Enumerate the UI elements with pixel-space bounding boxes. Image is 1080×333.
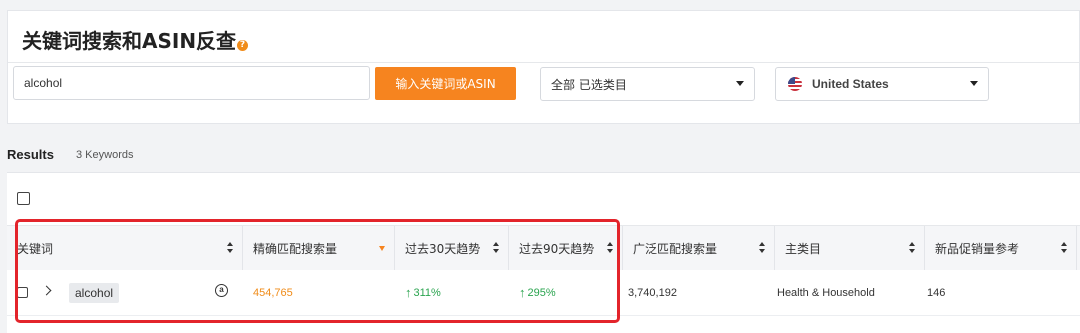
header-trend-90[interactable]: 过去90天趋势 — [509, 226, 623, 271]
header-label: 广泛匹配搜索量 — [633, 241, 718, 256]
dropdown-caret-icon — [970, 81, 978, 86]
header-label: 过去30天趋势 — [405, 241, 481, 256]
sort-icon[interactable] — [493, 242, 499, 254]
category-select[interactable]: 全部 已选类目 — [540, 67, 755, 101]
country-select[interactable]: United States — [775, 67, 989, 101]
sort-icon[interactable] — [1061, 242, 1067, 254]
header-main-category[interactable]: 主类目 — [775, 226, 925, 271]
results-count: 3 Keywords — [76, 149, 134, 161]
main-category-cell: Health & Household — [777, 286, 875, 299]
sort-icon[interactable] — [227, 242, 233, 254]
page-title: 关键词搜索和ASIN反查 ? — [22, 25, 249, 54]
country-select-value: United States — [812, 77, 889, 91]
chevron-right-icon[interactable] — [41, 285, 52, 296]
header-trend-30[interactable]: 过去30天趋势 — [395, 226, 509, 271]
broad-volume-cell: 3,740,192 — [628, 286, 677, 299]
row-checkbox[interactable] — [17, 287, 28, 298]
table-row: alcohol a 454,765 ↑ 311% ↑ 295% 3,740,19… — [7, 270, 1080, 316]
header-label: 主类目 — [785, 241, 822, 256]
results-heading: Results — [7, 147, 54, 162]
arrow-up-icon: ↑ — [519, 285, 526, 300]
sort-icon[interactable] — [909, 242, 915, 254]
keyword-cell: alcohol — [59, 270, 209, 315]
trend-30-value: 311% — [413, 286, 441, 299]
header-keyword[interactable]: 关键词 — [7, 226, 243, 271]
amazon-icon[interactable]: a — [215, 284, 228, 297]
page-title-text: 关键词搜索和ASIN反查 — [22, 29, 237, 53]
table-header: 关键词 精确匹配搜索量 过去30天趋势 过去90天趋势 广泛匹配搜索量 主类目 … — [7, 225, 1080, 272]
dropdown-caret-icon — [736, 81, 744, 86]
us-flag-icon — [788, 77, 802, 91]
header-label: 关键词 — [17, 241, 54, 256]
keyword-chip[interactable]: alcohol — [69, 282, 120, 303]
trend-90-cell: ↑ 295% — [509, 270, 623, 315]
header-exact-volume[interactable]: 精确匹配搜索量 — [243, 226, 395, 271]
sort-icon[interactable] — [607, 242, 613, 254]
results-table: 关键词 精确匹配搜索量 过去30天趋势 过去90天趋势 广泛匹配搜索量 主类目 … — [7, 172, 1080, 333]
header-promo[interactable]: 新品促销量参考 — [925, 226, 1077, 271]
category-select-value: 全部 已选类目 — [551, 77, 627, 92]
search-button[interactable]: 输入关键词或ASIN — [375, 67, 516, 100]
divider — [8, 62, 1079, 63]
header-label: 过去90天趋势 — [519, 241, 595, 256]
header-label: 精确匹配搜索量 — [253, 241, 338, 256]
exact-volume-cell: 454,765 — [253, 286, 293, 299]
promo-cell: 146 — [927, 286, 946, 299]
header-label: 新品促销量参考 — [935, 241, 1020, 256]
help-icon[interactable]: ? — [237, 40, 249, 51]
arrow-up-icon: ↑ — [405, 285, 412, 300]
select-all-checkbox[interactable] — [17, 192, 30, 205]
trend-30-cell: ↑ 311% — [395, 270, 509, 315]
header-broad-volume[interactable]: 广泛匹配搜索量 — [623, 226, 775, 271]
trend-90-value: 295% — [527, 286, 556, 299]
sort-icon[interactable] — [759, 242, 765, 254]
sort-desc-icon[interactable] — [379, 246, 385, 251]
search-input[interactable] — [13, 66, 370, 100]
